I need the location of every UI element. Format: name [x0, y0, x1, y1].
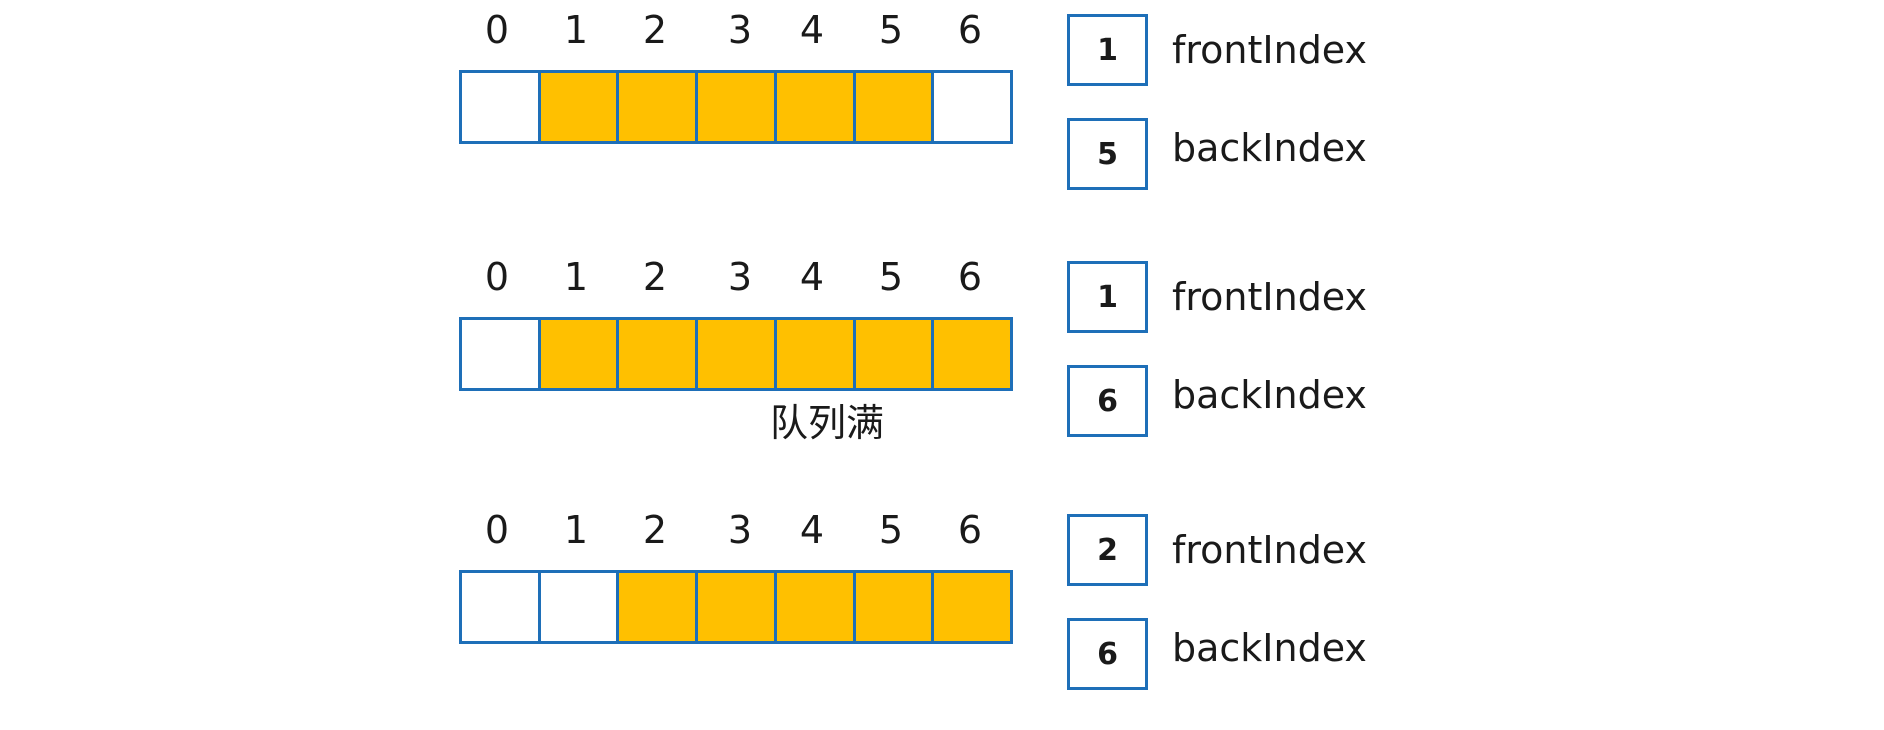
back-index-value-box: 6: [1067, 618, 1148, 690]
index-label: 0: [484, 8, 510, 52]
index-label: 5: [878, 255, 904, 299]
queue-state-3: 0 1 2 3 4 5 6 2 frontIndex 6 backIndex: [0, 500, 1884, 730]
queue-cell-empty: [462, 73, 538, 141]
index-label: 2: [642, 508, 668, 552]
back-index-value-box: 6: [1067, 365, 1148, 437]
queue-cell-filled: [852, 573, 932, 641]
index-label: 1: [563, 8, 589, 52]
queue-cell-filled: [773, 73, 853, 141]
back-index-label: backIndex: [1172, 626, 1367, 670]
index-label: 4: [799, 8, 825, 52]
index-label: 4: [799, 508, 825, 552]
index-label: 2: [642, 8, 668, 52]
index-label: 1: [563, 508, 589, 552]
queue-cell-filled: [537, 73, 617, 141]
queue-cell-filled: [931, 320, 1011, 388]
queue-cell-filled: [852, 73, 932, 141]
queue-cell-filled: [773, 573, 853, 641]
queue-state-2: 0 1 2 3 4 5 6 1 frontIndex 6 backIndex 队列满: [0, 247, 1884, 477]
front-index-label: frontIndex: [1172, 528, 1368, 572]
queue-state-1: 0 1 2 3 4 5 6 1 frontIndex 5 backIndex: [0, 0, 1884, 230]
back-index-label: backIndex: [1172, 126, 1367, 170]
queue-cell-filled: [695, 73, 774, 141]
queue-cell-filled: [695, 320, 774, 388]
diagram-canvas: 0 1 2 3 4 5 6 1 frontIndex 5 backIndex 0 1 2 3 4 5 6 1 fron…: [0, 0, 1884, 708]
index-label: 3: [727, 508, 753, 552]
index-label: 5: [878, 8, 904, 52]
front-index-value-box: 1: [1067, 261, 1148, 333]
front-index-label: frontIndex: [1172, 28, 1368, 72]
queue-cell-filled: [852, 320, 932, 388]
back-index-value-box: 5: [1067, 118, 1148, 190]
index-label: 2: [642, 255, 668, 299]
queue-cell-filled: [616, 320, 696, 388]
queue-cell-empty: [462, 573, 538, 641]
index-label: 0: [484, 508, 510, 552]
queue-array: [459, 317, 1013, 391]
index-label: 6: [957, 508, 983, 552]
queue-cell-filled: [695, 573, 774, 641]
index-label: 3: [727, 255, 753, 299]
front-index-value-box: 2: [1067, 514, 1148, 586]
index-label: 0: [484, 255, 510, 299]
front-index-value-box: 1: [1067, 14, 1148, 86]
index-label: 6: [957, 8, 983, 52]
index-label: 1: [563, 255, 589, 299]
queue-cell-filled: [537, 320, 617, 388]
queue-cell-filled: [616, 73, 696, 141]
queue-array: [459, 570, 1013, 644]
queue-full-caption: 队列满: [770, 401, 885, 445]
index-label: 3: [727, 8, 753, 52]
queue-cell-empty: [537, 573, 617, 641]
front-index-label: frontIndex: [1172, 275, 1368, 319]
queue-array: [459, 70, 1013, 144]
queue-cell-empty: [462, 320, 538, 388]
queue-cell-filled: [773, 320, 853, 388]
index-label: 5: [878, 508, 904, 552]
index-label: 4: [799, 255, 825, 299]
queue-cell-empty: [931, 73, 1011, 141]
index-label: 6: [957, 255, 983, 299]
queue-cell-filled: [931, 573, 1011, 641]
back-index-label: backIndex: [1172, 373, 1367, 417]
queue-cell-filled: [616, 573, 696, 641]
